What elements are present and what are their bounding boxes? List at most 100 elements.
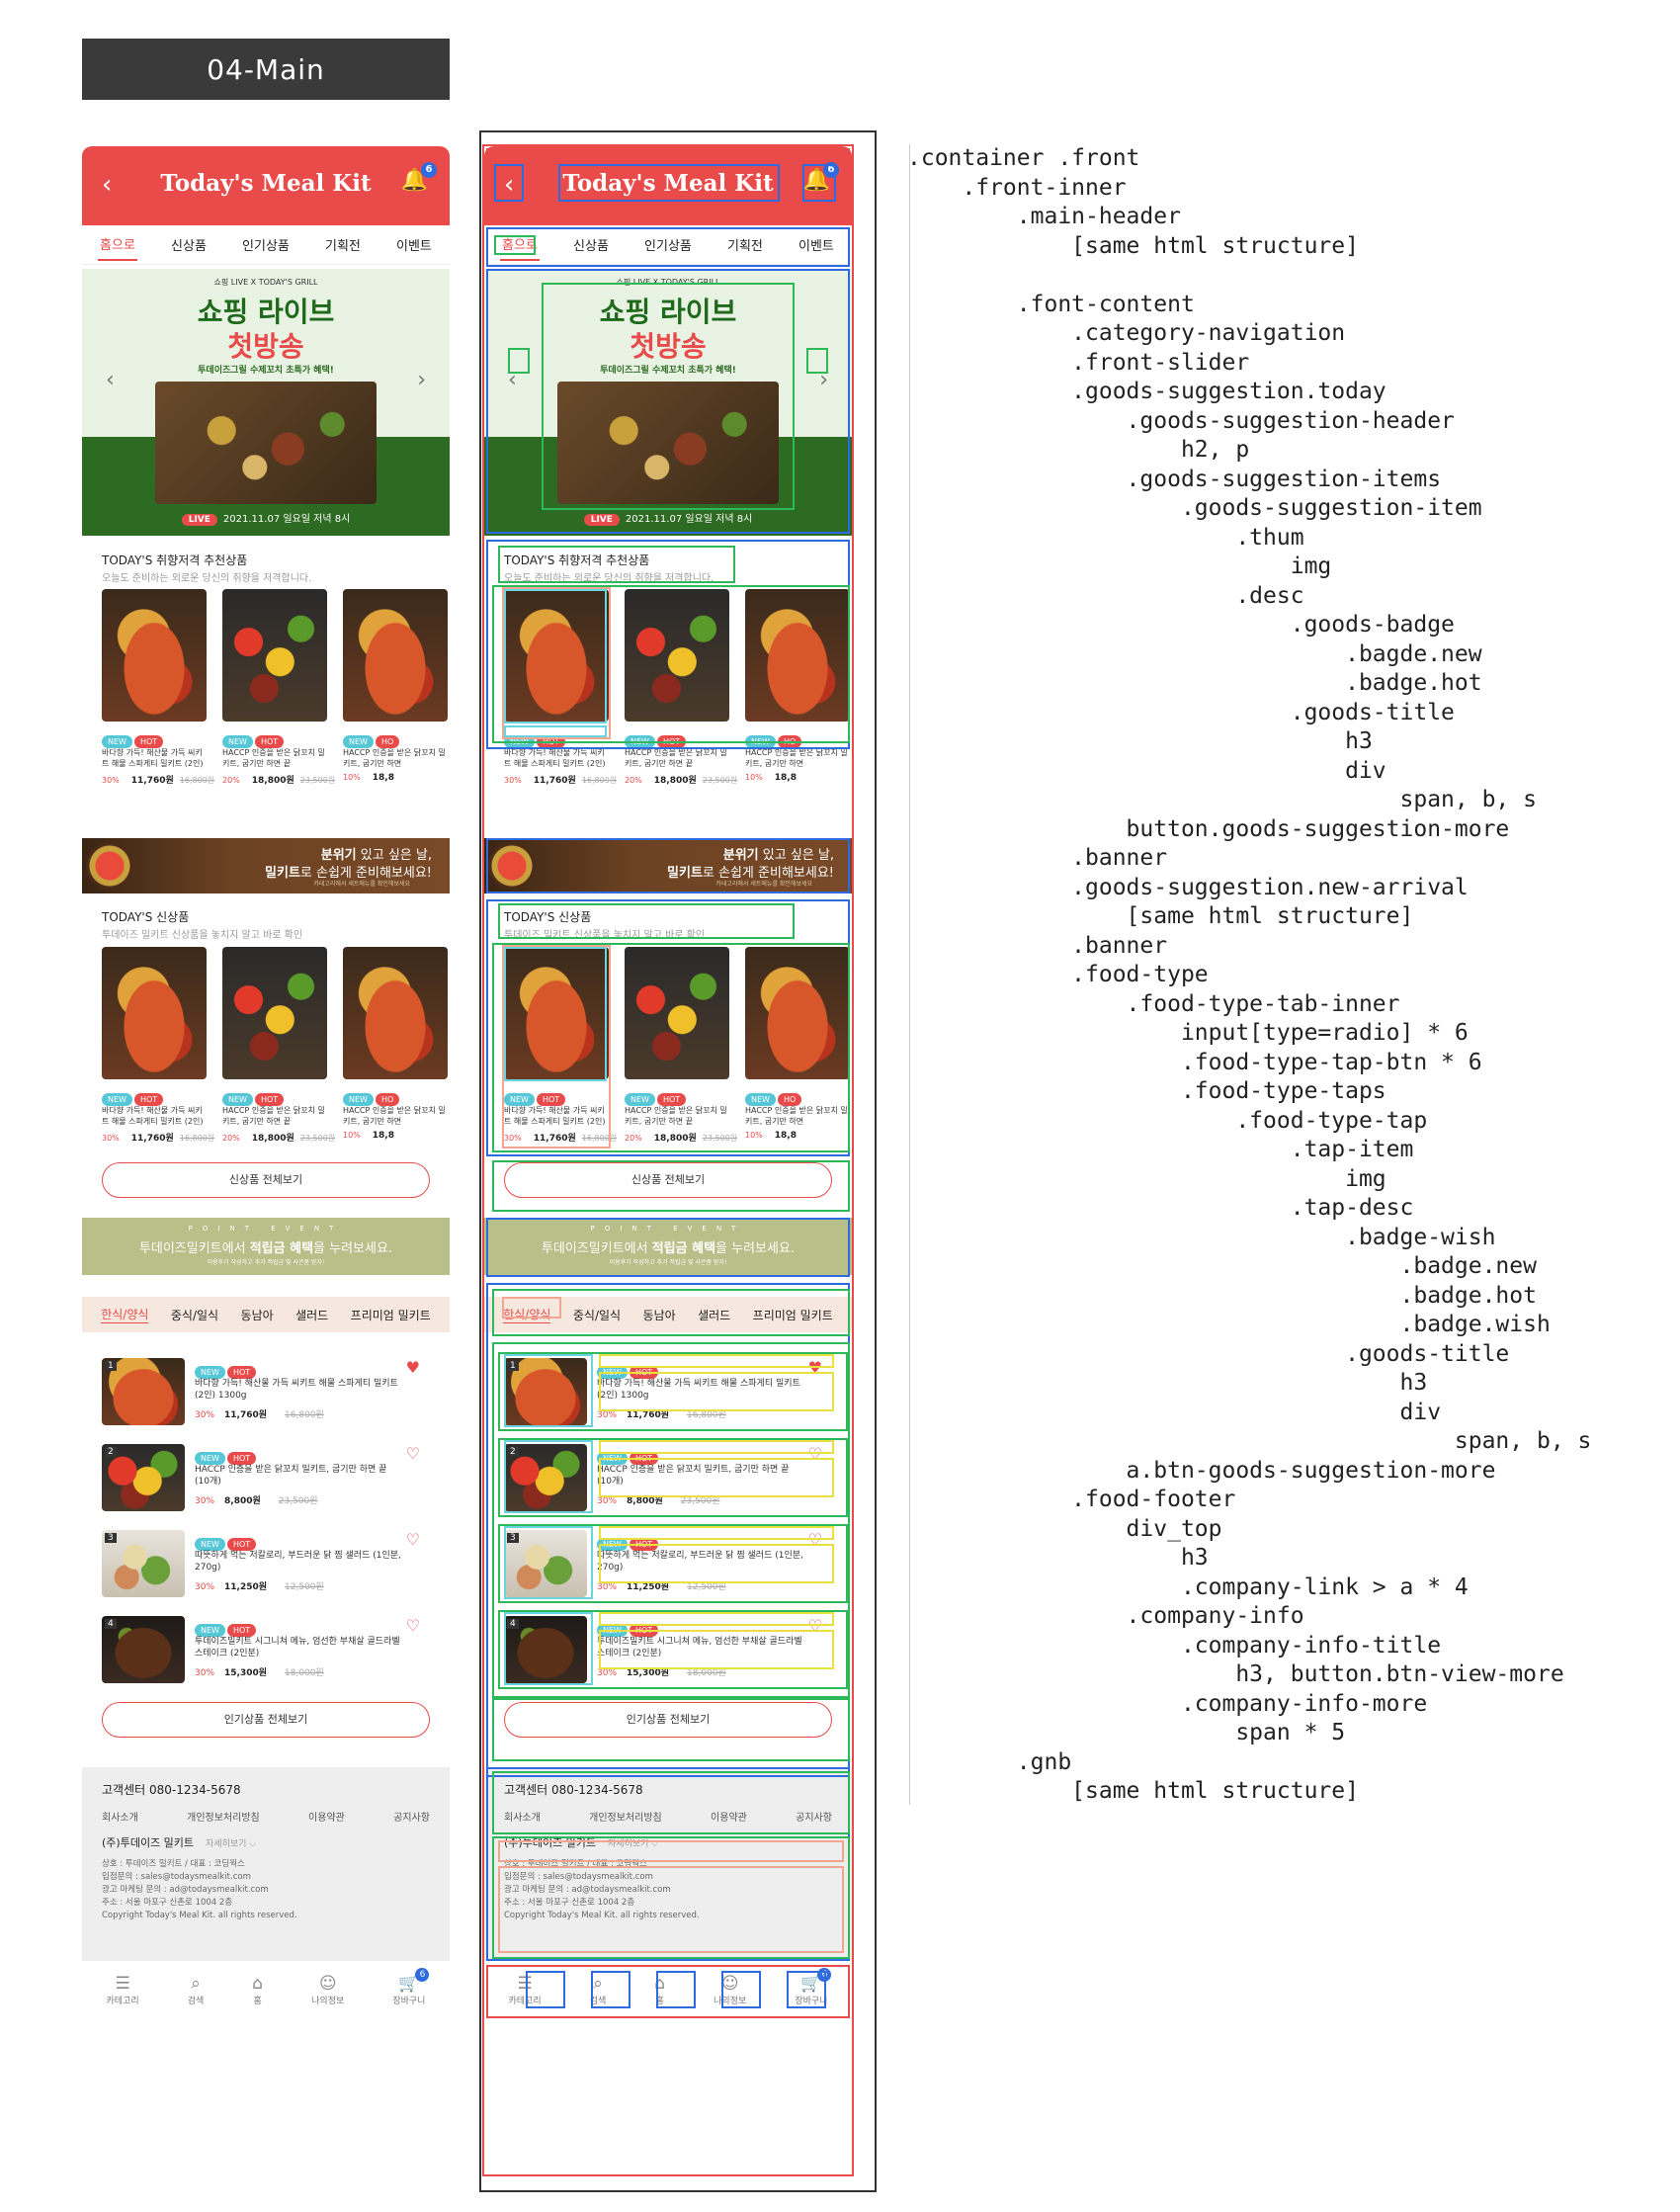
goods-suggestion-item[interactable]: NEW HO HACCP 인증을 받은 닭꼬치 밀키트, 굽기만 하면 10% 18,8 [343, 589, 448, 783]
food-item-title: HACCP 인증을 받은 닭꼬치 밀키트, 굽기만 하면 끝 (10개) [195, 1465, 387, 1487]
badge-wish: NEW HOT [195, 1532, 258, 1551]
food-item-title: 바다향 가득! 해산물 가득 씨키트 해물 스파게티 밀키트 (2인) 1300… [195, 1379, 398, 1401]
discount-rate: 20% [222, 1134, 240, 1143]
food-type-item[interactable]: 2 NEW HOT HACCP 인증을 받은 닭꼬치 밀키트, 굽기만 하면 끝 (1… [102, 1444, 430, 1513]
food-type-tab[interactable]: 중식/일식 [171, 1307, 218, 1323]
category-tab[interactable]: 기획전 [323, 229, 363, 260]
banner-outline [486, 838, 850, 893]
goods-price: 30% 11,760원 16,800원 [102, 1131, 214, 1144]
goods-title: 바다향 가득! 해산물 가득 씨키트 해물 스파게티 밀키트 (2인) [102, 748, 204, 768]
new-thum-box [504, 947, 607, 1081]
banner-line-3: 카테고리에서 세트메뉴를 확인해보세요 [313, 881, 410, 888]
food-type-item[interactable]: 4 NEW HOT 투데이즈밀키트 시그니쳐 메뉴, 엄선한 부채살 골드라벨 스테이… [102, 1616, 430, 1685]
new-arrival-more-button[interactable]: 신상품 전체보기 [102, 1162, 430, 1198]
company-info-line: 상호 : 투데이즈 밀키트 / 대표 : 코딩웍스 [102, 1859, 245, 1869]
discount-rate: 10% [343, 773, 361, 782]
badge-wish: NEW HOT [195, 1446, 258, 1465]
slider-next-box [806, 348, 828, 374]
sale-price: 15,300원 [224, 1668, 268, 1678]
food-item-price: 30% 11,250원 12,500원 [195, 1579, 324, 1592]
promo-banner[interactable]: 분위기 있고 싶은 날, 밀키트로 손쉽게 준비해보세요! 카테고리에서 세트메뉴를… [82, 838, 450, 893]
food-type-item[interactable]: 3 NEW HOT 따뜻하게 먹는 저칼로리, 부드러운 닭 찜 샐러드 (1인분, … [102, 1530, 430, 1599]
slider-next-icon[interactable]: › [417, 368, 426, 392]
original-price: 12,500원 [285, 1582, 324, 1592]
popular-more-button[interactable]: 인기상품 전체보기 [102, 1702, 430, 1738]
goods-suggestion-item[interactable]: NEW HOT HACCP 인증을 받은 닭꼬치 밀키트, 굽기만 하면 끝 20% 1… [222, 589, 335, 786]
tap-item-box [504, 1526, 593, 1599]
gnb-item[interactable]: 🛒 장바구니 6 [392, 1967, 430, 2006]
company-link[interactable]: 이용약관 [308, 1809, 345, 1824]
front-slider: 쇼핑 LIVE X TODAY'S GRILL 쇼핑 라이브 첫방송 투데이즈그릴 수… [82, 269, 450, 536]
gnb-item[interactable]: ⌂ 홈 [252, 1974, 263, 2006]
goods-title: 바다향 가득! 해산물 가득 씨키트 해물 스파게티 밀키트 (2인) [102, 1106, 204, 1126]
company-link[interactable]: 회사소개 [102, 1809, 138, 1824]
goods-price: 30% 11,760원 16,800원 [102, 773, 214, 786]
goods-thumbnail [343, 589, 448, 722]
company-link[interactable]: 공지사항 [393, 1809, 430, 1824]
category-navigation: 홈으로 신상품 인기상품 기획전 이벤트 [82, 225, 450, 265]
rank-number: 2 [105, 1447, 117, 1457]
original-price: 16,800원 [179, 776, 215, 785]
goods-badge: NEW HOT [222, 1087, 327, 1106]
food-item-price: 30% 15,300원 18,000원 [195, 1665, 324, 1678]
sale-price: 11,760원 [130, 776, 174, 786]
gnb-item-box [787, 1971, 826, 2008]
wish-heart-icon[interactable]: ♡ [406, 1444, 420, 1463]
company-link[interactable]: 개인정보처리방침 [187, 1809, 260, 1824]
food-type-tab[interactable]: 샐러드 [295, 1307, 328, 1323]
company-info-more-box [498, 1866, 844, 1953]
category-tab[interactable]: 인기상품 [240, 229, 292, 260]
food-type-tab[interactable]: 프리미엄 밀키트 [351, 1307, 431, 1323]
slider-headline: 쇼핑 라이브 [197, 296, 335, 328]
category-nav-outline [486, 227, 850, 267]
food-item-title: 따뜻하게 먹는 저칼로리, 부드러운 닭 찜 샐러드 (1인분, 270g) [195, 1551, 401, 1573]
gnb-item[interactable]: ⌕ 검색 [188, 1974, 205, 2006]
wish-heart-icon[interactable]: ♡ [406, 1530, 420, 1549]
cart-count: 6 [415, 1967, 430, 1982]
food-type-tab[interactable]: 한식/양식 [101, 1306, 149, 1323]
food-footer: 고객센터 080-1234-5678 회사소개 개인정보처리방침 이용약관 공지사항 (주… [82, 1767, 450, 1961]
goods-thumbnail [102, 589, 207, 722]
view-more-button[interactable]: 자세히보기 ⌵ [206, 1839, 256, 1849]
goods-suggestion-item[interactable]: NEW HOT 바다향 가득! 해산물 가득 씨키트 해물 스파게티 밀키트 (2인… [102, 589, 214, 786]
category-tab[interactable]: 이벤트 [394, 229, 434, 260]
sale-price: 18,800원 [251, 776, 294, 786]
today-desc: 오늘도 준비하는 외로운 당신의 취향을 저격합니다. [102, 573, 312, 584]
company-links: 회사소개 개인정보처리방침 이용약관 공지사항 [102, 1809, 430, 1824]
gnb: ☰ 카테고리 ⌕ 검색 ⌂ 홈 ☺ 나의정보 🛒 장바구니 6 [82, 1961, 450, 2018]
wish-heart-icon[interactable]: ♥ [406, 1358, 420, 1377]
food-item-price: 30% 11,760원 16,800원 [195, 1407, 324, 1420]
gnb-item[interactable]: ☺ 나의정보 [311, 1974, 344, 2006]
category-tab[interactable]: 신상품 [169, 229, 209, 260]
goods-suggestion-item[interactable]: NEW HOT 바다향 가득! 해산물 가득 씨키트 해물 스파게티 밀키트 (2인… [102, 947, 214, 1144]
today-title: TODAY'S 취향저격 추천상품 [102, 553, 248, 567]
badge-wish: NEW HOT [195, 1360, 258, 1379]
point-outline [486, 1218, 850, 1277]
new-arrival-desc: 투데이즈 밀키트 신상품을 놓치지 말고 바로 확인 [102, 930, 303, 941]
goods-thumbnail [102, 947, 207, 1079]
company-info-line: 입점문의 : sales@todaysmealkit.com [102, 1872, 251, 1882]
wish-heart-icon[interactable]: ♡ [406, 1616, 420, 1635]
company-info-line: 주소 : 서울 마포구 신촌로 1004 2층 [102, 1898, 233, 1908]
badge-wish-box [599, 1440, 834, 1454]
category-tab[interactable]: 홈으로 [98, 228, 137, 261]
food-type-item[interactable]: 1 NEW HOT 바다향 가득! 해산물 가득 씨키트 해물 스파게티 밀키트 (2… [102, 1358, 430, 1427]
goods-price: 10% 18,8 [343, 1131, 448, 1141]
discount-rate: 30% [102, 776, 120, 785]
goods-badge: NEW HO [343, 729, 448, 748]
company-info-title-box [498, 1840, 844, 1862]
gnb-icon: ☰ [115, 1973, 130, 1994]
food-type-tab[interactable]: 동남아 [241, 1307, 274, 1323]
discount-rate: 20% [222, 776, 240, 785]
back-box [494, 164, 524, 202]
banner-emphasis: 밀키트 [265, 866, 300, 881]
original-price: 23,500원 [299, 1134, 336, 1143]
bell-icon[interactable]: 🔔 6 [401, 162, 437, 193]
slider-prev-icon[interactable]: ‹ [106, 368, 115, 392]
goods-suggestion-item[interactable]: NEW HOT HACCP 인증을 받은 닭꼬치 밀키트, 굽기만 하면 끝 20% 1… [222, 947, 335, 1144]
gnb-item[interactable]: ☰ 카테고리 [107, 1974, 139, 2006]
original-price: 23,500원 [299, 776, 336, 785]
footer-top-box [492, 1771, 850, 1834]
point-event-banner[interactable]: POINT EVENT 투데이즈밀키트에서 적립금 혜택을 누려보세요. 이용후기 … [82, 1218, 450, 1275]
goods-suggestion-item[interactable]: NEW HO HACCP 인증을 받은 닭꼬치 밀키트, 굽기만 하면 10% 18,8 [343, 947, 448, 1141]
